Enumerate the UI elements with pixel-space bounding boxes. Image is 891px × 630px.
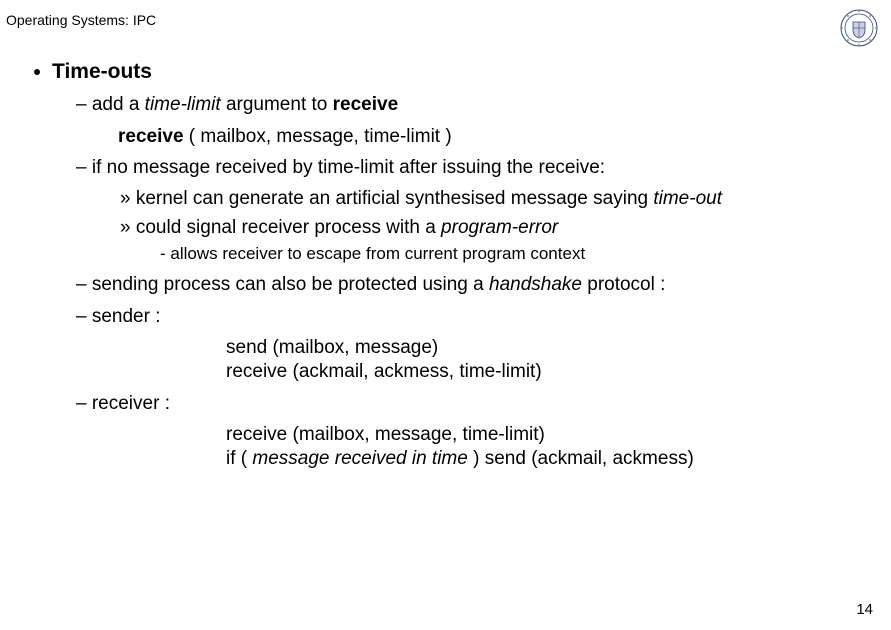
line-kernel-generate: » kernel can generate an artificial synt… (120, 187, 871, 212)
label-sender: – sender : (76, 304, 871, 330)
line-if-no-message: – if no message received by time-limit a… (76, 155, 871, 181)
line-add-timelimit: – add a time-limit argument to receive (76, 92, 871, 118)
university-crest-icon (839, 8, 879, 48)
code-line: receive (ackmail, ackmess, time-limit) (226, 360, 871, 385)
slide-header: Operating Systems: IPC (6, 12, 156, 28)
bullet-level-1: Time-outs (20, 60, 871, 84)
label-receiver: – receiver : (76, 391, 871, 417)
line-allows-escape: - allows receiver to escape from current… (160, 244, 871, 264)
code-receiver: receive (mailbox, message, time-limit) i… (226, 423, 871, 472)
line-signal-receiver: » could signal receiver process with a p… (120, 216, 871, 241)
code-sender: send (mailbox, message) receive (ackmail… (226, 336, 871, 385)
slide-body: Time-outs – add a time-limit argument to… (20, 60, 871, 478)
heading-timeouts: Time-outs (52, 60, 152, 84)
code-line: send (mailbox, message) (226, 336, 871, 361)
page-number: 14 (856, 601, 873, 618)
code-receive-signature: receive ( mailbox, message, time-limit ) (118, 124, 871, 150)
code-line: if ( message received in time ) send (ac… (226, 447, 871, 472)
line-sending-protected: – sending process can also be protected … (76, 272, 871, 298)
bullet-dot-icon (34, 69, 40, 75)
code-line: receive (mailbox, message, time-limit) (226, 423, 871, 448)
